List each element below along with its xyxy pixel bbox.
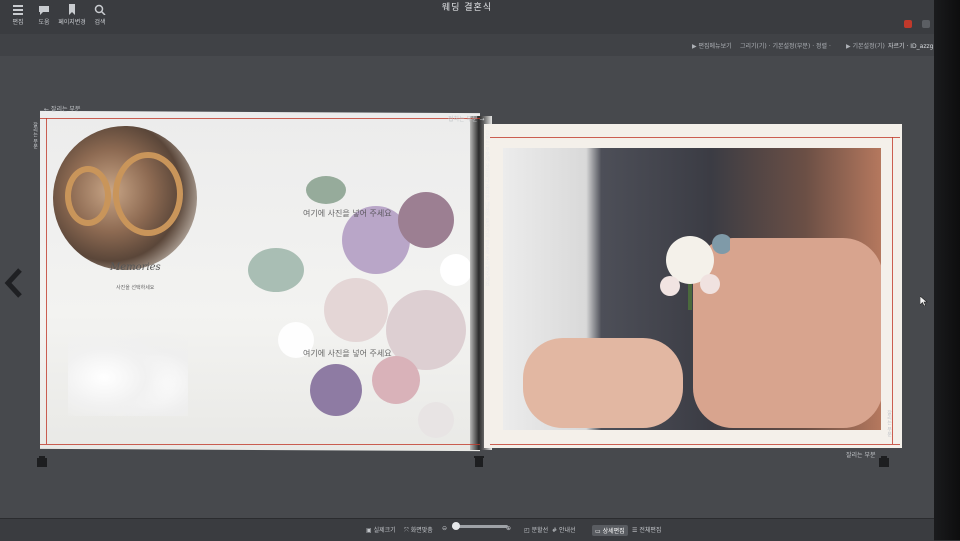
trim-label: 잘리는 부분 xyxy=(846,452,876,459)
fit-screen-icon: ⤧ xyxy=(404,527,409,534)
trim-guide-line xyxy=(490,444,900,445)
alert-icon[interactable] xyxy=(904,20,912,28)
app-title: 웨딩 결혼식 xyxy=(441,3,493,13)
guide-button[interactable]: # 안내선 xyxy=(552,525,576,534)
fold-label: 접히는 부분 → xyxy=(448,116,485,123)
signature-text: Memories xyxy=(110,262,161,273)
toolbar-page-label: 페이지변경 xyxy=(58,19,86,26)
divider-button[interactable]: ◰ 분할선 xyxy=(524,525,548,534)
trim-vertical-label: 잘리는 부분 xyxy=(886,410,892,437)
toolbar-search-label: 검색 xyxy=(94,19,106,26)
toolbar-edit-label: 편집 xyxy=(12,19,24,26)
list-edit-icon: ☰ xyxy=(632,527,638,534)
detail-edit-label: 상세편집 xyxy=(602,528,625,535)
zoom-slider[interactable] xyxy=(452,525,508,528)
photo-placeholder-text: 여기에 사진을 넣어 주세요 xyxy=(303,209,392,218)
fit-screen-label: 화면맞춤 xyxy=(410,527,433,534)
divider-label: 분할선 xyxy=(531,527,549,534)
divider-icon: ◰ xyxy=(524,527,530,534)
trim-guide-line xyxy=(892,137,893,444)
guide-label: 안내선 xyxy=(558,527,576,534)
shoes-photo[interactable] xyxy=(68,320,188,416)
previous-page-button[interactable] xyxy=(4,268,24,305)
detail-edit-icon: ▭ xyxy=(595,528,601,535)
page-settings-icon[interactable] xyxy=(36,456,48,468)
trim-vertical-label: 잘리는 부분 xyxy=(32,122,38,149)
trim-guide-line xyxy=(40,444,480,445)
list-edit-label: 전체편집 xyxy=(639,527,662,534)
trim-label: ← 잘리는 부분 xyxy=(44,106,81,113)
photo-placeholder-text: 여기에 사진을 넣어 주세요 xyxy=(303,349,392,358)
list-edit-button[interactable]: ☰ 전체편집 xyxy=(632,525,661,534)
grid-icon: # xyxy=(552,527,558,534)
toolbar-help-label: 도움 xyxy=(38,19,50,26)
ring-shape xyxy=(65,166,111,226)
trim-guide-line xyxy=(40,118,480,119)
edit-menu-toggle[interactable]: ▶ 편집메뉴보기 xyxy=(692,41,732,50)
minimize-button[interactable] xyxy=(922,20,930,28)
trim-guide-line xyxy=(490,137,900,138)
options-bar: ▶ 편집메뉴보기 그리기(기) · 기본설정(부분) · 정렬 · ▶ 기본설정… xyxy=(0,34,934,56)
actual-size-label: 실제크기 xyxy=(373,527,396,534)
default-setting[interactable]: ▶ 기본설정(기) xyxy=(846,41,885,50)
trim-guide-line xyxy=(46,118,47,444)
app-window: 편집 도움 페이지변경 검색 웨딩 결혼식 ▶ 편집메뉴보기 그리기(기) · … xyxy=(0,0,934,541)
zoom-out-icon[interactable]: ⊖ xyxy=(442,525,447,532)
fold-warning-text: 접히는 부분에 사진이나 중요한 내용이 들어가지 않도록 주의해주세요 xyxy=(484,130,490,287)
crop-setting[interactable]: 자르기 · ID_azzg xyxy=(888,41,933,50)
monitor-bezel xyxy=(934,0,960,540)
trash-icon[interactable] xyxy=(473,455,485,467)
ring-shape xyxy=(113,152,183,236)
page-settings-icon[interactable] xyxy=(878,456,890,468)
bouquet-photo[interactable] xyxy=(236,150,476,448)
hand-shape xyxy=(523,338,683,428)
chevron-left-icon xyxy=(4,268,22,298)
fit-screen-button[interactable]: ⤧ 화면맞춤 xyxy=(404,525,433,535)
ring-photo[interactable] xyxy=(53,126,197,270)
detail-edit-button[interactable]: ▭ 상세편집 xyxy=(592,525,628,536)
top-toolbar: 편집 도움 페이지변경 검색 웨딩 결혼식 xyxy=(0,0,934,35)
actual-size-icon: ▣ xyxy=(366,527,372,534)
flower-shape xyxy=(660,234,730,310)
actual-size-button[interactable]: ▣ 실제크기 xyxy=(366,525,396,534)
bottom-toolbar: ▣ 실제크기 ⤧ 화면맞춤 ⊖ ⊕ ◰ 분할선 # 안내선 ▭ 상세편집 ☰ 전… xyxy=(0,518,934,541)
mouse-cursor-icon xyxy=(920,296,928,306)
ring-caption: 사진을 선택하세요 xyxy=(116,285,155,291)
draw-options[interactable]: 그리기(기) · 기본설정(부분) · 정렬 · xyxy=(740,41,831,50)
